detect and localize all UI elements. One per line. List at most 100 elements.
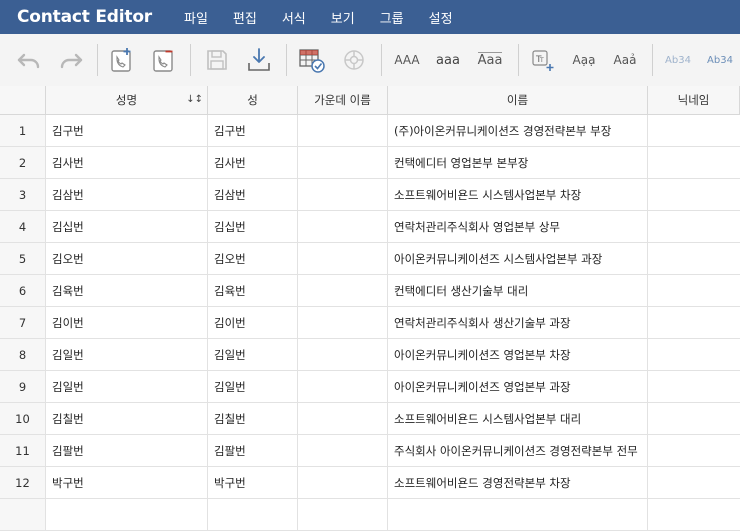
- cell-nickname[interactable]: [648, 339, 740, 370]
- cell-fullname[interactable]: 김구번: [46, 115, 208, 146]
- cell-nickname[interactable]: [648, 147, 740, 178]
- accent-font-button[interactable]: Aaả: [608, 34, 642, 86]
- row-number[interactable]: [0, 499, 46, 530]
- row-number[interactable]: 3: [0, 179, 46, 210]
- cell-fullname[interactable]: 김십번: [46, 211, 208, 242]
- cell-fullname[interactable]: 김사번: [46, 147, 208, 178]
- cell-last-name[interactable]: 김삼번: [208, 179, 298, 210]
- column-header-middle[interactable]: 가운데 이름: [298, 86, 388, 114]
- menu-edit[interactable]: 편집: [233, 8, 257, 27]
- sort-icon[interactable]: ↓↕: [186, 94, 203, 105]
- table-row[interactable]: 1 김구번 김구번 (주)아이온커뮤니케이션즈 경영전략본부 부장: [0, 115, 740, 147]
- cell-last-name[interactable]: 김오번: [208, 243, 298, 274]
- cell-middle-name[interactable]: [298, 179, 388, 210]
- cell-nickname[interactable]: [648, 467, 740, 498]
- cell-last-name[interactable]: 김사번: [208, 147, 298, 178]
- row-number[interactable]: 10: [0, 403, 46, 434]
- cell-nickname[interactable]: [648, 115, 740, 146]
- cell-middle-name[interactable]: [298, 403, 388, 434]
- undo-button[interactable]: [14, 34, 44, 86]
- cell-middle-name[interactable]: [298, 275, 388, 306]
- cell-nickname[interactable]: [648, 403, 740, 434]
- font-style2-button[interactable]: Ab34: [702, 34, 738, 86]
- column-header-first[interactable]: 이름: [388, 86, 648, 114]
- table-row[interactable]: 9 김일번 김일번 아이온커뮤니케이션즈 영업본부 과장: [0, 371, 740, 403]
- cell-last-name[interactable]: 김일번: [208, 371, 298, 402]
- cell-first-name[interactable]: 소프트웨어비욘드 시스템사업본부 대리: [388, 403, 648, 434]
- cell-fullname[interactable]: 김팔번: [46, 435, 208, 466]
- table-row[interactable]: 7 김이번 김이번 연락처관리주식회사 생산기술부 과장: [0, 307, 740, 339]
- row-number[interactable]: 12: [0, 467, 46, 498]
- cell-fullname[interactable]: 김육번: [46, 275, 208, 306]
- cell-nickname[interactable]: [648, 179, 740, 210]
- cell-last-name[interactable]: 김육번: [208, 275, 298, 306]
- cell-fullname[interactable]: [46, 499, 208, 530]
- table-row[interactable]: 8 김일번 김일번 아이온커뮤니케이션즈 영업본부 차장: [0, 339, 740, 371]
- row-number[interactable]: 6: [0, 275, 46, 306]
- cell-middle-name[interactable]: [298, 499, 388, 530]
- cell-last-name[interactable]: 김팔번: [208, 435, 298, 466]
- cell-middle-name[interactable]: [298, 243, 388, 274]
- cell-first-name[interactable]: 아이온커뮤니케이션즈 영업본부 과장: [388, 371, 648, 402]
- menu-format[interactable]: 서식: [282, 8, 306, 27]
- row-number[interactable]: 2: [0, 147, 46, 178]
- cell-first-name[interactable]: 아이온커뮤니케이션즈 영업본부 차장: [388, 339, 648, 370]
- row-number[interactable]: 11: [0, 435, 46, 466]
- redo-button[interactable]: [56, 34, 86, 86]
- cell-nickname[interactable]: [648, 243, 740, 274]
- table-row[interactable]: [0, 499, 740, 531]
- cell-nickname[interactable]: [648, 307, 740, 338]
- cell-fullname[interactable]: 김삼번: [46, 179, 208, 210]
- menu-group[interactable]: 그룹: [380, 8, 404, 27]
- cell-first-name[interactable]: (주)아이온커뮤니케이션즈 경영전략본부 부장: [388, 115, 648, 146]
- cell-nickname[interactable]: [648, 435, 740, 466]
- cell-fullname[interactable]: 김이번: [46, 307, 208, 338]
- cell-last-name[interactable]: 김십번: [208, 211, 298, 242]
- cell-first-name[interactable]: 컨택에디터 영업본부 본부장: [388, 147, 648, 178]
- cell-first-name[interactable]: 연락처관리주식회사 생산기술부 과장: [388, 307, 648, 338]
- remove-contact-button[interactable]: [150, 34, 178, 86]
- row-number[interactable]: 5: [0, 243, 46, 274]
- titlecase-button[interactable]: Aaa: [474, 34, 506, 86]
- cell-last-name[interactable]: 김칠번: [208, 403, 298, 434]
- cell-first-name[interactable]: 컨택에디터 생산기술부 대리: [388, 275, 648, 306]
- cell-first-name[interactable]: [388, 499, 648, 530]
- table-row[interactable]: 5 김오번 김오번 아이온커뮤니케이션즈 시스템사업본부 과장: [0, 243, 740, 275]
- add-contact-button[interactable]: [108, 34, 136, 86]
- table-row[interactable]: 10 김칠번 김칠번 소프트웨어비욘드 시스템사업본부 대리: [0, 403, 740, 435]
- uppercase-button[interactable]: AAA: [391, 34, 423, 86]
- cell-first-name[interactable]: 소프트웨어비욘드 시스템사업본부 차장: [388, 179, 648, 210]
- cell-fullname[interactable]: 김칠번: [46, 403, 208, 434]
- cell-first-name[interactable]: 아이온커뮤니케이션즈 시스템사업본부 과장: [388, 243, 648, 274]
- row-number[interactable]: 9: [0, 371, 46, 402]
- cell-nickname[interactable]: [648, 499, 740, 530]
- column-header-last[interactable]: 성: [208, 86, 298, 114]
- cell-fullname[interactable]: 김오번: [46, 243, 208, 274]
- menu-settings[interactable]: 설정: [429, 8, 453, 27]
- cell-middle-name[interactable]: [298, 115, 388, 146]
- cell-last-name[interactable]: 김일번: [208, 339, 298, 370]
- cell-middle-name[interactable]: [298, 371, 388, 402]
- table-row[interactable]: 2 김사번 김사번 컨택에디터 영업본부 본부장: [0, 147, 740, 179]
- cell-first-name[interactable]: 주식회사 아이온커뮤니케이션즈 경영전략본부 전무: [388, 435, 648, 466]
- cell-first-name[interactable]: 연락처관리주식회사 영업본부 상무: [388, 211, 648, 242]
- cell-first-name[interactable]: 소프트웨어비욘드 경영전략본부 차장: [388, 467, 648, 498]
- cell-middle-name[interactable]: [298, 435, 388, 466]
- row-number[interactable]: 1: [0, 115, 46, 146]
- cell-nickname[interactable]: [648, 275, 740, 306]
- menu-file[interactable]: 파일: [184, 8, 208, 27]
- cell-nickname[interactable]: [648, 211, 740, 242]
- table-row[interactable]: 11 김팔번 김팔번 주식회사 아이온커뮤니케이션즈 경영전략본부 전무: [0, 435, 740, 467]
- cell-nickname[interactable]: [648, 371, 740, 402]
- table-row[interactable]: 12 박구번 박구번 소프트웨어비욘드 경영전략본부 차장: [0, 467, 740, 499]
- cell-middle-name[interactable]: [298, 467, 388, 498]
- row-number[interactable]: 4: [0, 211, 46, 242]
- row-number-header[interactable]: [0, 86, 46, 114]
- font-style1-button[interactable]: Ab34: [660, 34, 696, 86]
- cell-last-name[interactable]: 김이번: [208, 307, 298, 338]
- cell-fullname[interactable]: 김일번: [46, 339, 208, 370]
- row-number[interactable]: 8: [0, 339, 46, 370]
- menu-view[interactable]: 보기: [331, 8, 355, 27]
- accent-case-button[interactable]: Aạạ: [568, 34, 600, 86]
- lowercase-button[interactable]: aaa: [432, 34, 464, 86]
